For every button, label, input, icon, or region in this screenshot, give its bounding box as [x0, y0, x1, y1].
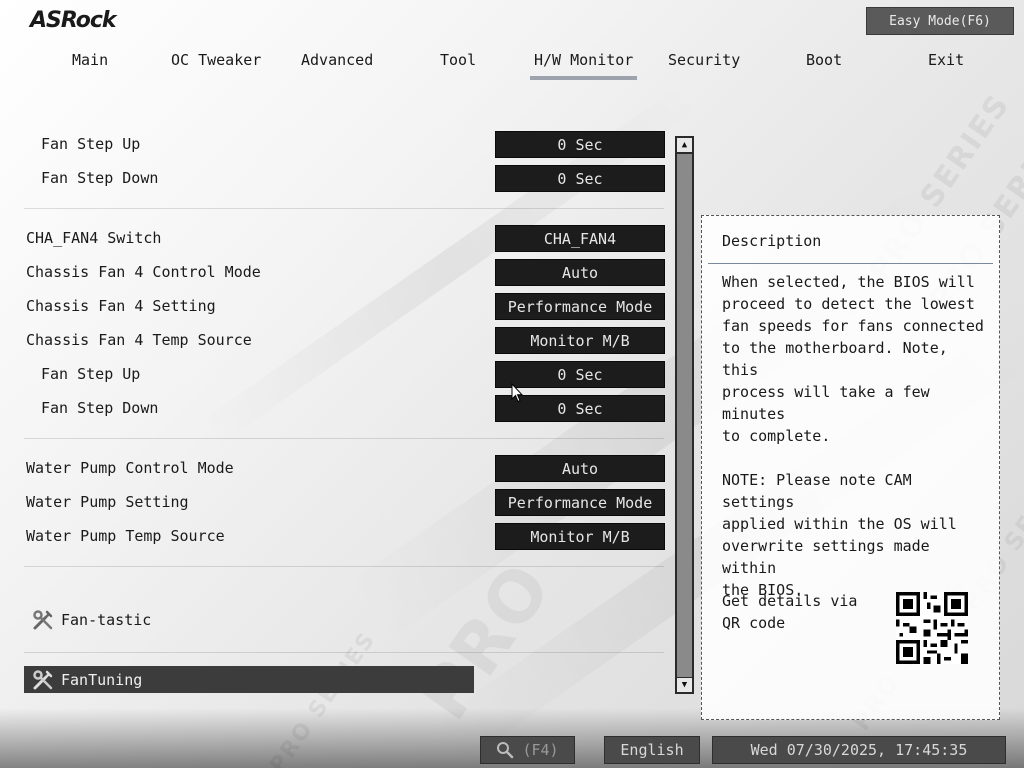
- language-button[interactable]: English: [604, 736, 700, 764]
- divider: [24, 438, 664, 439]
- scrollbar[interactable]: ▲ ▼: [675, 136, 694, 694]
- setting-label: CHA_FAN4 Switch: [26, 229, 162, 247]
- setting-label: Fan Step Down: [41, 169, 159, 187]
- scroll-down-arrow-icon[interactable]: ▼: [677, 678, 692, 692]
- tab-tool[interactable]: Tool: [440, 50, 476, 80]
- search-button[interactable]: (F4): [480, 736, 575, 764]
- setting-label: Water Pump Temp Source: [26, 527, 225, 545]
- search-key-label: (F4): [522, 741, 559, 759]
- setting-label: Fan Step Up: [41, 365, 141, 383]
- setting-value-button[interactable]: Auto: [495, 455, 665, 482]
- tab-advanced[interactable]: Advanced: [301, 50, 373, 80]
- tab-oc-tweaker[interactable]: OC Tweaker: [171, 50, 261, 80]
- setting-label: Chassis Fan 4 Temp Source: [26, 331, 252, 349]
- setting-label: Water Pump Control Mode: [26, 459, 234, 477]
- setting-value-button[interactable]: Monitor M/B: [495, 327, 665, 354]
- fan-tastic-label: Fan-tastic: [61, 610, 152, 629]
- setting-value-button[interactable]: Performance Mode: [495, 489, 665, 516]
- tab-exit[interactable]: Exit: [928, 50, 964, 80]
- wrench-screwdriver-icon: [33, 669, 53, 689]
- description-panel: Description When selected, the BIOS will…: [701, 215, 1000, 720]
- tab-security[interactable]: Security: [668, 50, 740, 80]
- scroll-thumb[interactable]: [677, 154, 692, 677]
- easy-mode-button[interactable]: Easy Mode(F6): [866, 7, 1014, 35]
- tab-boot[interactable]: Boot: [806, 50, 842, 80]
- setting-label: Chassis Fan 4 Control Mode: [26, 263, 261, 281]
- setting-label: Chassis Fan 4 Setting: [26, 297, 216, 315]
- description-title: Description: [722, 232, 822, 250]
- setting-value-button[interactable]: 0 Sec: [495, 165, 665, 192]
- description-text: When selected, the BIOS will proceed to …: [722, 273, 984, 599]
- divider: [708, 263, 993, 264]
- tab-hw-monitor[interactable]: H/W Monitor: [529, 50, 638, 80]
- setting-value-button[interactable]: CHA_FAN4: [495, 225, 665, 252]
- tab-main[interactable]: Main: [72, 50, 108, 80]
- divider: [24, 208, 664, 209]
- top-nav: Main OC Tweaker Advanced Tool H/W Monito…: [0, 50, 1024, 82]
- qr-code-icon: [896, 592, 968, 664]
- setting-label: Fan Step Up: [41, 135, 141, 153]
- setting-label: Fan Step Down: [41, 399, 159, 417]
- asrock-logo: ASRock: [30, 8, 117, 33]
- fantuning-label: FanTuning: [61, 670, 143, 689]
- divider: [24, 566, 664, 567]
- fan-tastic-item[interactable]: Fan-tastic: [24, 606, 474, 633]
- scroll-up-arrow-icon[interactable]: ▲: [677, 138, 692, 152]
- datetime-display[interactable]: Wed 07/30/2025, 17:45:35: [712, 736, 1006, 764]
- fantuning-item[interactable]: FanTuning: [24, 666, 474, 693]
- qr-caption: Get details via QR code: [722, 592, 858, 632]
- setting-value-button[interactable]: 0 Sec: [495, 131, 665, 158]
- search-icon: [497, 742, 514, 759]
- mouse-pointer-icon: [511, 383, 523, 403]
- wrench-screwdriver-icon: [33, 609, 53, 629]
- setting-value-button[interactable]: Auto: [495, 259, 665, 286]
- setting-value-button[interactable]: Monitor M/B: [495, 523, 665, 550]
- setting-label: Water Pump Setting: [26, 493, 189, 511]
- setting-value-button[interactable]: Performance Mode: [495, 293, 665, 320]
- divider: [24, 652, 664, 653]
